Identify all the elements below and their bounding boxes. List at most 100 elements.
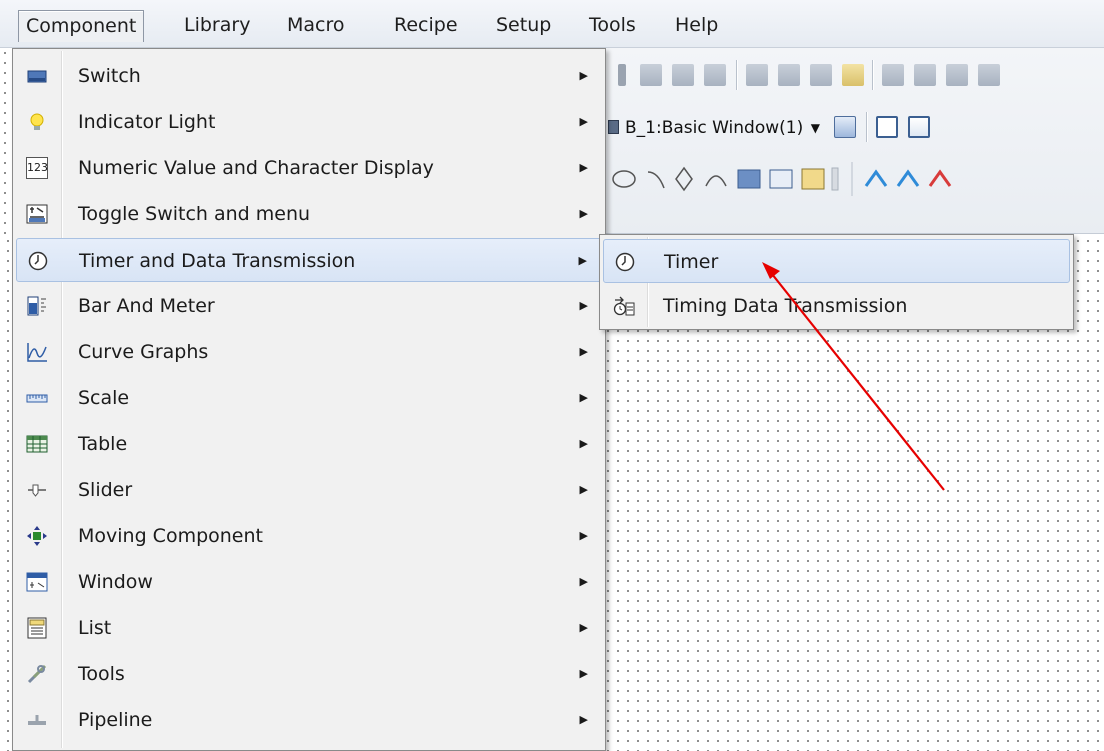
menu-item-indicator-light[interactable]: Indicator Light ▶ bbox=[16, 100, 602, 144]
menu-item-label: Table bbox=[78, 433, 128, 455]
ellipse-tool-icon[interactable] bbox=[612, 170, 636, 188]
slider-icon bbox=[26, 479, 48, 501]
menu-item-timer-data-transmission[interactable]: Timer and Data Transmission ▶ bbox=[16, 238, 602, 282]
submenu-arrow-icon: ▶ bbox=[579, 621, 588, 634]
menu-setup[interactable]: Setup bbox=[489, 10, 558, 42]
clock-icon bbox=[614, 251, 636, 273]
chevron-down-icon[interactable]: ▼ bbox=[811, 114, 820, 142]
menu-item-numeric-display[interactable]: 123 Numeric Value and Character Display … bbox=[16, 146, 602, 190]
bar-meter-icon bbox=[26, 295, 48, 317]
list-icon bbox=[26, 617, 48, 639]
menu-library[interactable]: Library bbox=[177, 10, 257, 42]
menu-item-label: Scale bbox=[78, 387, 130, 409]
submenu-arrow-icon: ▶ bbox=[579, 667, 588, 680]
submenu-arrow-icon: ▶ bbox=[579, 161, 588, 174]
picture-tool-icon[interactable] bbox=[801, 168, 825, 190]
submenu-arrow-icon: ▶ bbox=[579, 207, 588, 220]
clock-icon bbox=[27, 250, 49, 272]
menu-item-list[interactable]: List ▶ bbox=[16, 606, 602, 650]
align-top-icon[interactable] bbox=[640, 64, 662, 86]
align-middle-icon[interactable] bbox=[672, 64, 694, 86]
menu-item-label: Switch bbox=[78, 65, 141, 87]
menu-macro[interactable]: Macro bbox=[280, 10, 352, 42]
menu-item-label: Toggle Switch and menu bbox=[78, 203, 311, 225]
distribute-vertical-icon[interactable] bbox=[778, 64, 800, 86]
layer-down-icon[interactable] bbox=[914, 64, 936, 86]
move-arrows-icon bbox=[26, 525, 48, 547]
go-window-icon[interactable] bbox=[834, 116, 856, 138]
menu-item-scale[interactable]: Scale ▶ bbox=[16, 376, 602, 420]
same-size-icon[interactable] bbox=[810, 64, 832, 86]
menu-item-label: Indicator Light bbox=[78, 111, 216, 133]
menu-item-moving-component[interactable]: Moving Component ▶ bbox=[16, 514, 602, 558]
menu-item-label: Slider bbox=[78, 479, 133, 501]
indicator-light-icon bbox=[26, 111, 48, 133]
submenu-arrow-icon: ▶ bbox=[579, 529, 588, 542]
transfer-icon-3[interactable] bbox=[928, 169, 952, 187]
tools-icon bbox=[26, 663, 48, 685]
toggle-switch-icon bbox=[26, 203, 48, 225]
menu-item-switch[interactable]: Switch ▶ bbox=[16, 54, 602, 98]
menu-item-table[interactable]: Table ▶ bbox=[16, 422, 602, 466]
window-icon bbox=[26, 571, 48, 593]
menu-component[interactable]: Component bbox=[18, 10, 145, 42]
menu-item-label: Window bbox=[78, 571, 153, 593]
transfer-icon-1[interactable] bbox=[864, 169, 888, 187]
draw-tools bbox=[612, 162, 952, 196]
window-preview-icon[interactable] bbox=[908, 116, 930, 138]
text-tool-icon[interactable] bbox=[769, 169, 793, 189]
layer-up-icon[interactable] bbox=[882, 64, 904, 86]
scroll-handle-icon[interactable] bbox=[831, 167, 839, 191]
table-icon bbox=[26, 433, 48, 455]
menu-item-label: Bar And Meter bbox=[78, 295, 215, 317]
window-frame-icon[interactable] bbox=[876, 116, 898, 138]
distribute-horizontal-icon[interactable] bbox=[746, 64, 768, 86]
menu-item-label: Tools bbox=[78, 663, 125, 685]
menu-item-slider[interactable]: Slider ▶ bbox=[16, 468, 602, 512]
pipeline-icon bbox=[26, 709, 48, 731]
layer-bottom-icon[interactable] bbox=[978, 64, 1000, 86]
submenu-item-timer[interactable]: Timer bbox=[603, 239, 1070, 283]
window-select[interactable]: B_1:Basic Window(1) ▼ bbox=[600, 114, 830, 142]
toolbar-row-window: B_1:Basic Window(1) ▼ bbox=[600, 106, 1104, 148]
menu-tools[interactable]: Tools bbox=[582, 10, 643, 42]
toolbar-row-draw bbox=[600, 158, 1104, 200]
menu-item-window[interactable]: Window ▶ bbox=[16, 560, 602, 604]
transfer-icon-2[interactable] bbox=[896, 169, 920, 187]
menu-item-tools[interactable]: Tools ▶ bbox=[16, 652, 602, 696]
menu-item-curve-graphs[interactable]: Curve Graphs ▶ bbox=[16, 330, 602, 374]
menu-item-bar-meter[interactable]: Bar And Meter ▶ bbox=[16, 284, 602, 328]
polygon-tool-icon[interactable] bbox=[675, 166, 693, 192]
submenu-arrow-icon: ▶ bbox=[579, 69, 588, 82]
submenu-arrow-icon: ▶ bbox=[579, 713, 588, 726]
submenu-arrow-icon: ▶ bbox=[579, 299, 588, 312]
menu-item-pipeline[interactable]: Pipeline ▶ bbox=[16, 698, 602, 742]
menu-item-label: Pipeline bbox=[78, 709, 153, 731]
timer-submenu: Timer Timing Data Transmission bbox=[599, 234, 1074, 330]
scale-icon bbox=[26, 387, 48, 409]
submenu-arrow-icon: ▶ bbox=[579, 483, 588, 496]
menu-recipe[interactable]: Recipe bbox=[387, 10, 465, 42]
submenu-arrow-icon: ▶ bbox=[579, 575, 588, 588]
menu-help[interactable]: Help bbox=[668, 10, 725, 42]
align-bottom-icon[interactable] bbox=[704, 64, 726, 86]
curve-tool-icon[interactable] bbox=[705, 175, 727, 187]
toolbar-area: B_1:Basic Window(1) ▼ bbox=[600, 48, 1104, 234]
timing-data-icon bbox=[613, 295, 635, 317]
curve-graph-icon bbox=[26, 341, 48, 363]
menu-item-label: List bbox=[78, 617, 112, 639]
window-select-icon bbox=[608, 120, 619, 134]
submenu-arrow-icon: ▶ bbox=[579, 391, 588, 404]
menu-item-toggle-switch[interactable]: Toggle Switch and menu ▶ bbox=[16, 192, 602, 236]
component-menu: Switch ▶ Indicator Light ▶ 123 Numeric V… bbox=[12, 48, 606, 751]
menu-item-label: Curve Graphs bbox=[78, 341, 209, 363]
submenu-item-timing-data-transmission[interactable]: Timing Data Transmission bbox=[603, 284, 1070, 328]
switch-icon bbox=[26, 65, 48, 87]
arc-tool-icon[interactable] bbox=[647, 171, 665, 189]
switch-tool-icon[interactable] bbox=[737, 169, 761, 189]
menu-item-label: Moving Component bbox=[78, 525, 263, 547]
menu-bar: Component Library Macro Recipe Setup Too… bbox=[0, 0, 1104, 48]
align-icon[interactable] bbox=[618, 64, 626, 86]
layer-top-icon[interactable] bbox=[946, 64, 968, 86]
group-icon[interactable] bbox=[842, 64, 864, 86]
